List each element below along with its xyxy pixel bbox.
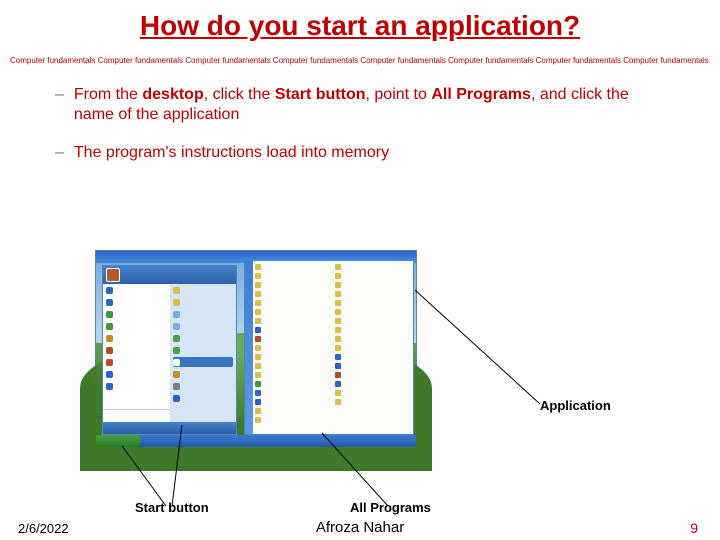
footer-page-number: 9 [690, 520, 698, 536]
start-menu-left-column [103, 284, 170, 422]
flyout-col-2 [333, 261, 413, 434]
callout-start-button: Start button [135, 500, 209, 515]
bullet-text: The program's instructions load into mem… [74, 143, 665, 163]
start-button-graphic [96, 435, 141, 447]
slide-title: How do you start an application? [0, 10, 720, 42]
footer-author: Afroza Nahar [0, 519, 720, 536]
all-programs-entry [103, 409, 170, 422]
bullet-list: – From the desktop, click the Start butt… [55, 85, 665, 163]
start-menu [102, 265, 237, 435]
taskbar [96, 435, 416, 447]
bullet-item: – From the desktop, click the Start butt… [55, 85, 665, 125]
decorative-band: Computer fundamentals Computer fundament… [10, 56, 710, 65]
user-avatar-icon [106, 268, 120, 282]
bullet-dash-icon: – [55, 86, 64, 104]
callout-all-programs: All Programs [350, 500, 431, 515]
all-programs-flyout [244, 260, 414, 435]
start-menu-right-column [170, 284, 237, 422]
selected-system-item [173, 357, 234, 367]
start-menu-footer [103, 422, 236, 434]
bullet-item: – The program's instructions load into m… [55, 143, 665, 163]
flyout-edge [245, 261, 253, 434]
start-menu-header [103, 266, 236, 284]
flyout-col-1 [253, 261, 333, 434]
windows-xp-screenshot [95, 250, 417, 448]
bullet-dash-icon: – [55, 144, 64, 162]
bullet-text: From the desktop, click the Start button… [74, 85, 665, 125]
callout-application: Application [540, 398, 611, 413]
